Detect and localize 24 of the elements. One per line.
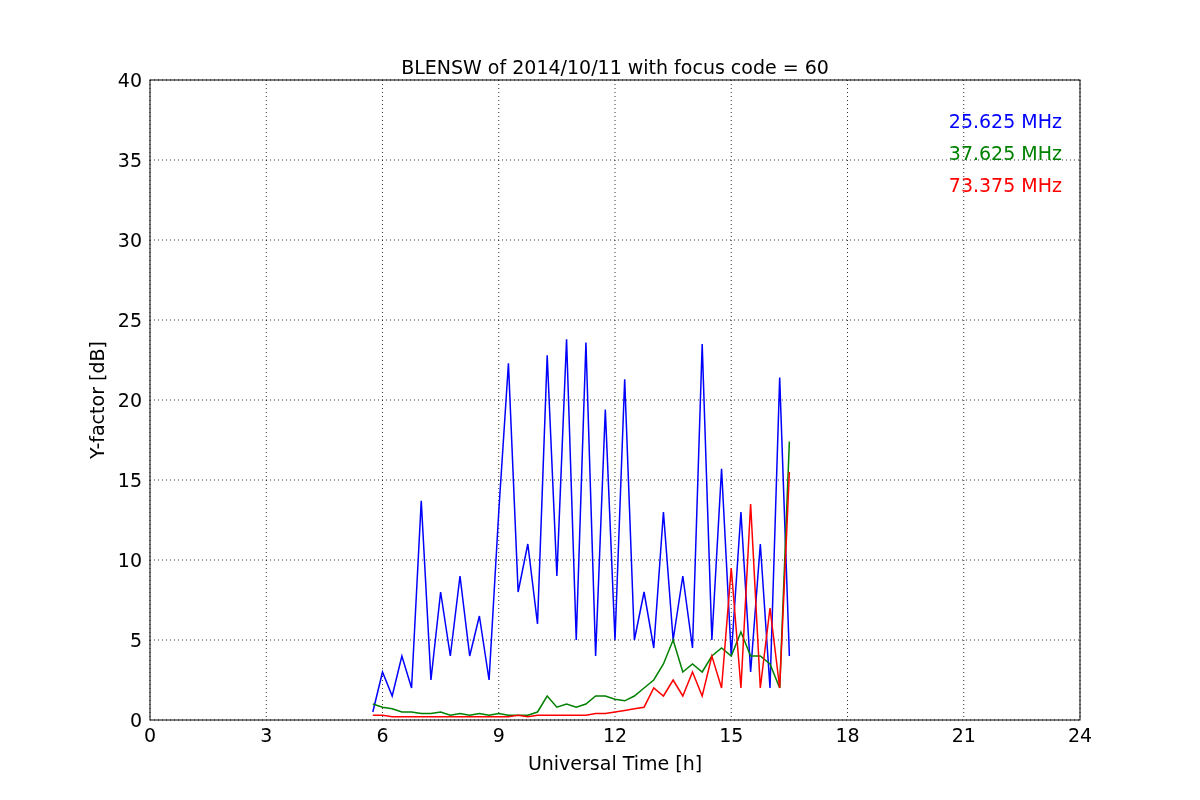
y-tick-label: 5 bbox=[129, 629, 142, 651]
y-tick-label: 40 bbox=[117, 69, 142, 91]
x-tick-label: 21 bbox=[951, 724, 976, 746]
x-tick-label: 9 bbox=[492, 724, 505, 746]
x-tick-label: 24 bbox=[1067, 724, 1093, 746]
y-tick-label: 0 bbox=[129, 709, 142, 731]
y-tick-label: 25 bbox=[117, 309, 142, 331]
x-tick-label: 3 bbox=[260, 724, 273, 746]
x-tick-label: 12 bbox=[602, 724, 628, 746]
x-tick-label: 18 bbox=[835, 724, 860, 746]
y-tick-label: 10 bbox=[117, 549, 142, 571]
x-tick-label: 6 bbox=[376, 724, 389, 746]
x-tick-label: 0 bbox=[143, 724, 157, 746]
legend-label: 73.375 MHz bbox=[948, 174, 1062, 196]
y-tick-label: 35 bbox=[117, 149, 142, 171]
legend-label: 37.625 MHz bbox=[948, 142, 1062, 164]
legend-label: 25.625 MHz bbox=[948, 110, 1062, 132]
y-tick-label: 20 bbox=[117, 389, 142, 411]
y-axis-label: Y-factor [dB] bbox=[86, 341, 108, 459]
x-tick-label: 15 bbox=[719, 724, 744, 746]
y-tick-label: 15 bbox=[117, 469, 142, 491]
x-axis-label: Universal Time [h] bbox=[527, 752, 703, 774]
y-tick-label: 30 bbox=[117, 229, 142, 251]
chart-title: BLENSW of 2014/10/11 with focus code = 60 bbox=[401, 56, 829, 78]
